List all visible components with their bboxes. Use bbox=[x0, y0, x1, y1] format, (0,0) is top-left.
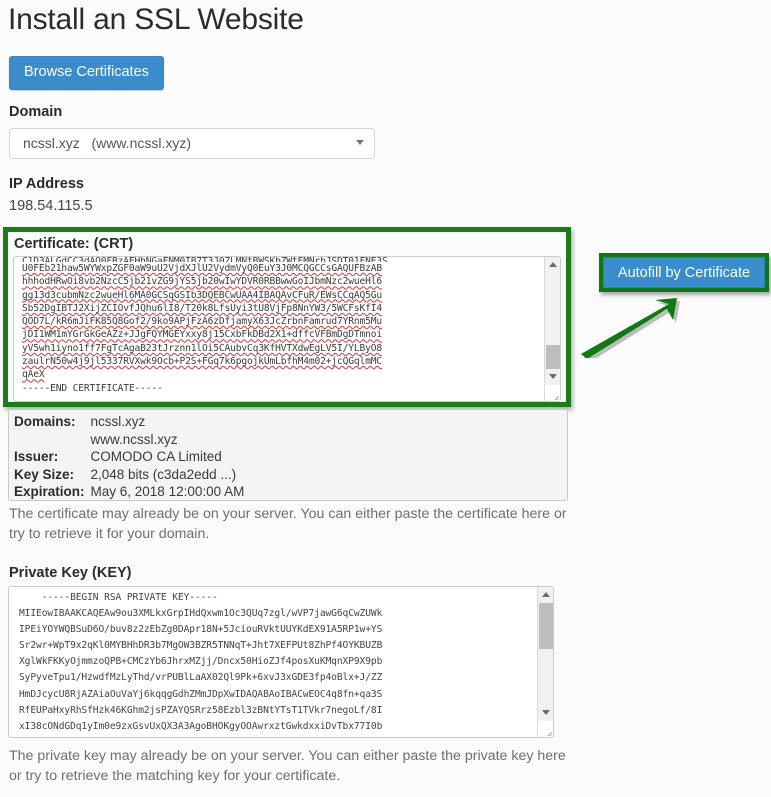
resize-grip-icon[interactable] bbox=[538, 722, 552, 736]
domain-select-value: ncssl.xyz (www.ncssl.xyz) bbox=[23, 135, 192, 151]
ssl-install-page: Install an SSL Website Browse Certificat… bbox=[0, 0, 771, 797]
private-key-helper-text: The private key may already be on your s… bbox=[9, 748, 566, 784]
page-title: Install an SSL Website bbox=[8, 3, 304, 36]
triangle-down-icon[interactable] bbox=[545, 369, 560, 385]
certificate-label: Certificate: (CRT) bbox=[14, 236, 134, 252]
certificate-info-key: Key Size: bbox=[14, 466, 75, 482]
green-arrow-icon bbox=[581, 298, 680, 358]
certificate-helper-text: The certificate may already be on your s… bbox=[9, 506, 567, 542]
certificate-textarea[interactable]: C1D3ALGdCC3dAQ0FBzAEHhNGaFNM0IB7T3J0ZLMN… bbox=[13, 256, 561, 402]
ip-address-label: IP Address bbox=[9, 176, 84, 192]
certificate-info-value: www.ncssl.xyz bbox=[90, 431, 178, 447]
certificate-info-row: www.ncssl.xyz bbox=[14, 431, 244, 449]
certificate-highlight-box: Certificate: (CRT) C1D3ALGdCC3dAQ0FBzAEH… bbox=[3, 227, 571, 407]
certificate-info-key: Expiration: bbox=[14, 484, 85, 499]
certificate-scrollbar[interactable] bbox=[544, 257, 560, 401]
triangle-up-icon[interactable] bbox=[538, 587, 553, 603]
ip-address-value: 198.54.115.5 bbox=[9, 198, 93, 214]
certificate-info-row: Domains: ncssl.xyz bbox=[14, 413, 244, 431]
certificate-info-value: May 6, 2018 12:00:00 AM bbox=[90, 484, 245, 499]
private-key-textarea-content: -----BEGIN RSA PRIVATE KEY----- MIIEowIBA… bbox=[19, 592, 383, 737]
autofill-by-certificate-button[interactable]: Autofill by Certificate bbox=[603, 257, 765, 288]
certificate-info-row: Key Size: 2,048 bits (c3da2edd ...) bbox=[14, 466, 244, 484]
scrollbar-thumb[interactable] bbox=[539, 603, 553, 649]
private-key-label: Private Key (KEY) bbox=[9, 565, 132, 581]
private-key-textarea[interactable]: -----BEGIN RSA PRIVATE KEY----- MIIEowIBA… bbox=[8, 586, 554, 738]
private-key-scrollbar[interactable] bbox=[537, 587, 553, 737]
domain-select[interactable]: ncssl.xyz (www.ncssl.xyz) bbox=[9, 128, 375, 159]
browse-certificates-button[interactable]: Browse Certificates bbox=[9, 56, 164, 90]
triangle-down-icon[interactable] bbox=[538, 705, 553, 721]
certificate-info-value: 2,048 bits (c3da2edd ...) bbox=[90, 466, 237, 482]
certificate-textarea-content: C1D3ALGdCC3dAQ0FBzAEHhNGaFNM0IB7T3J0ZLMN… bbox=[22, 256, 388, 394]
autofill-highlight-box: Autofill by Certificate bbox=[599, 253, 769, 292]
certificate-info-key bbox=[14, 431, 91, 449]
certificate-info-key: Domains: bbox=[14, 414, 76, 429]
resize-grip-icon[interactable] bbox=[545, 386, 559, 400]
certificate-info-value: COMODO CA Limited bbox=[90, 449, 222, 464]
domain-label: Domain bbox=[9, 104, 63, 120]
certificate-info-table: Domains: ncssl.xyz www.ncssl.xyz Issuer: COM… bbox=[14, 413, 244, 501]
certificate-info-key: Issuer: bbox=[14, 449, 59, 464]
certificate-info-value: ncssl.xyz bbox=[90, 414, 146, 429]
certificate-info-row: Issuer: COMODO CA Limited bbox=[14, 448, 244, 466]
triangle-up-icon[interactable] bbox=[545, 257, 560, 273]
certificate-info-row: Expiration: May 6, 2018 12:00:00 AM bbox=[14, 483, 244, 501]
certificate-info-box: Domains: ncssl.xyz www.ncssl.xyz Issuer: COM… bbox=[8, 409, 568, 501]
chevron-down-icon bbox=[356, 140, 364, 145]
